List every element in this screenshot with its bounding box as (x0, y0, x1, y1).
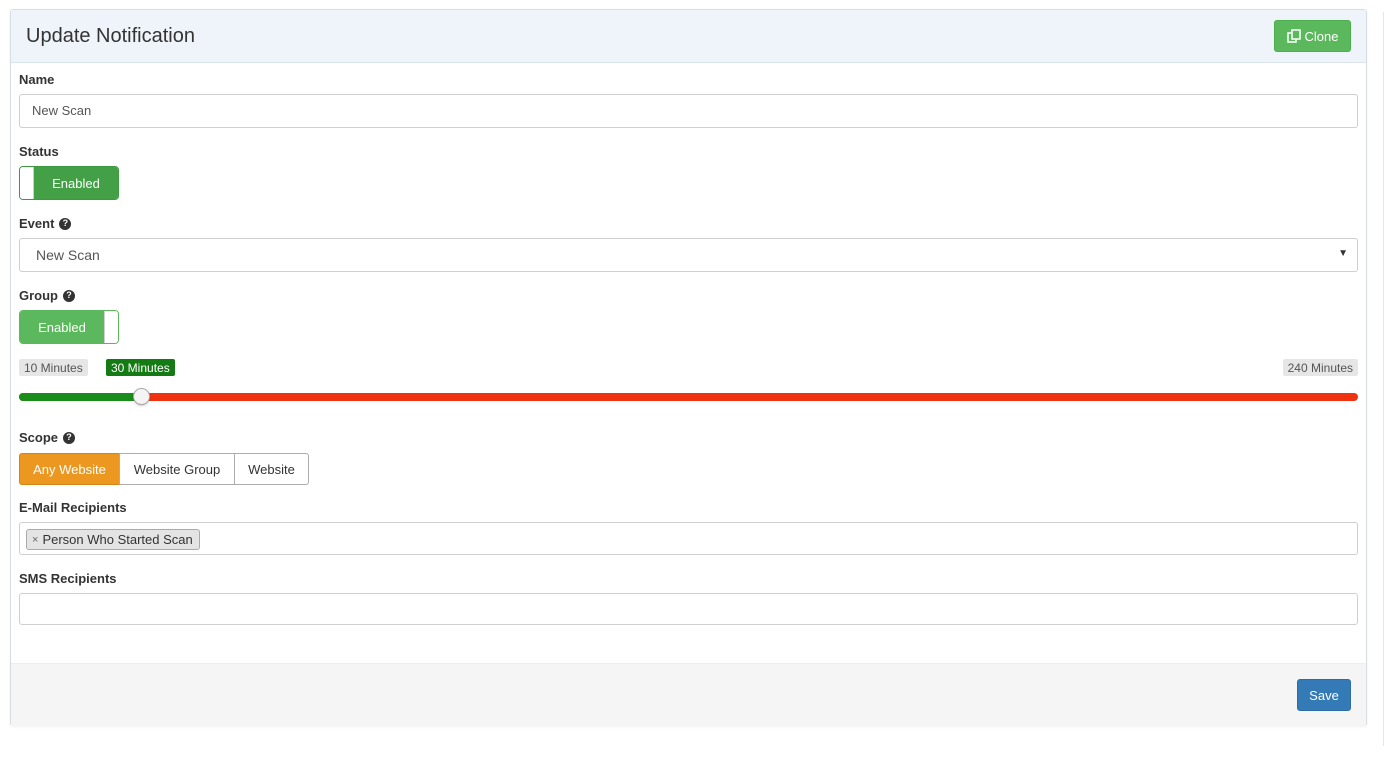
event-label: Event ? (19, 216, 72, 231)
email-recipients-input[interactable]: × Person Who Started Scan (19, 522, 1358, 555)
toggle-knob (20, 167, 34, 199)
status-toggle-on: Enabled (34, 167, 118, 199)
page-title: Update Notification (26, 25, 195, 47)
group-toggle-on: Enabled (20, 311, 104, 343)
scope-button-group: Any Website Website Group Website (19, 453, 309, 485)
sms-recipients-input[interactable] (19, 593, 1358, 625)
help-icon[interactable]: ? (63, 289, 75, 302)
event-select[interactable]: New Scan ▼ (19, 238, 1358, 272)
toggle-knob (104, 311, 118, 343)
status-label: Status (19, 144, 59, 159)
event-selected: New Scan (36, 247, 100, 263)
slider-handle[interactable] (133, 388, 150, 405)
sms-label: SMS Recipients (19, 571, 117, 586)
help-icon[interactable]: ? (63, 431, 76, 444)
group-toggle[interactable]: Enabled (19, 310, 119, 344)
clone-label: Clone (1304, 28, 1339, 44)
scope-any-website[interactable]: Any Website (19, 453, 120, 485)
scope-website[interactable]: Website (234, 453, 309, 485)
scope-website-group[interactable]: Website Group (119, 453, 235, 485)
slider-max-label: 240 Minutes (1282, 359, 1358, 376)
right-divider (1383, 12, 1384, 746)
name-input[interactable]: New Scan (19, 94, 1358, 128)
name-label: Name (19, 72, 55, 87)
notification-panel: Update Notification Clone Name New Scan … (10, 9, 1367, 726)
recipient-chip: × Person Who Started Scan (26, 529, 200, 550)
chevron-down-icon: ▼ (1338, 248, 1348, 259)
slider-min-label: 10 Minutes (19, 359, 88, 376)
group-interval-slider[interactable] (19, 388, 1358, 405)
group-label: Group ? (19, 288, 75, 303)
help-icon[interactable]: ? (59, 217, 72, 230)
slider-value-label: 30 Minutes (106, 359, 175, 376)
chip-remove-icon[interactable]: × (32, 534, 38, 546)
panel-footer: Save (11, 663, 1366, 726)
scope-label: Scope ? (19, 430, 76, 445)
save-button[interactable]: Save (1297, 679, 1351, 711)
clone-button[interactable]: Clone (1274, 20, 1351, 52)
chip-label: Person Who Started Scan (42, 532, 193, 547)
clone-icon (1286, 29, 1301, 43)
panel-heading: Update Notification Clone (11, 10, 1366, 63)
name-value: New Scan (32, 103, 92, 118)
slider-fill (19, 393, 141, 401)
status-toggle[interactable]: Enabled (19, 166, 119, 200)
email-label: E-Mail Recipients (19, 500, 127, 515)
